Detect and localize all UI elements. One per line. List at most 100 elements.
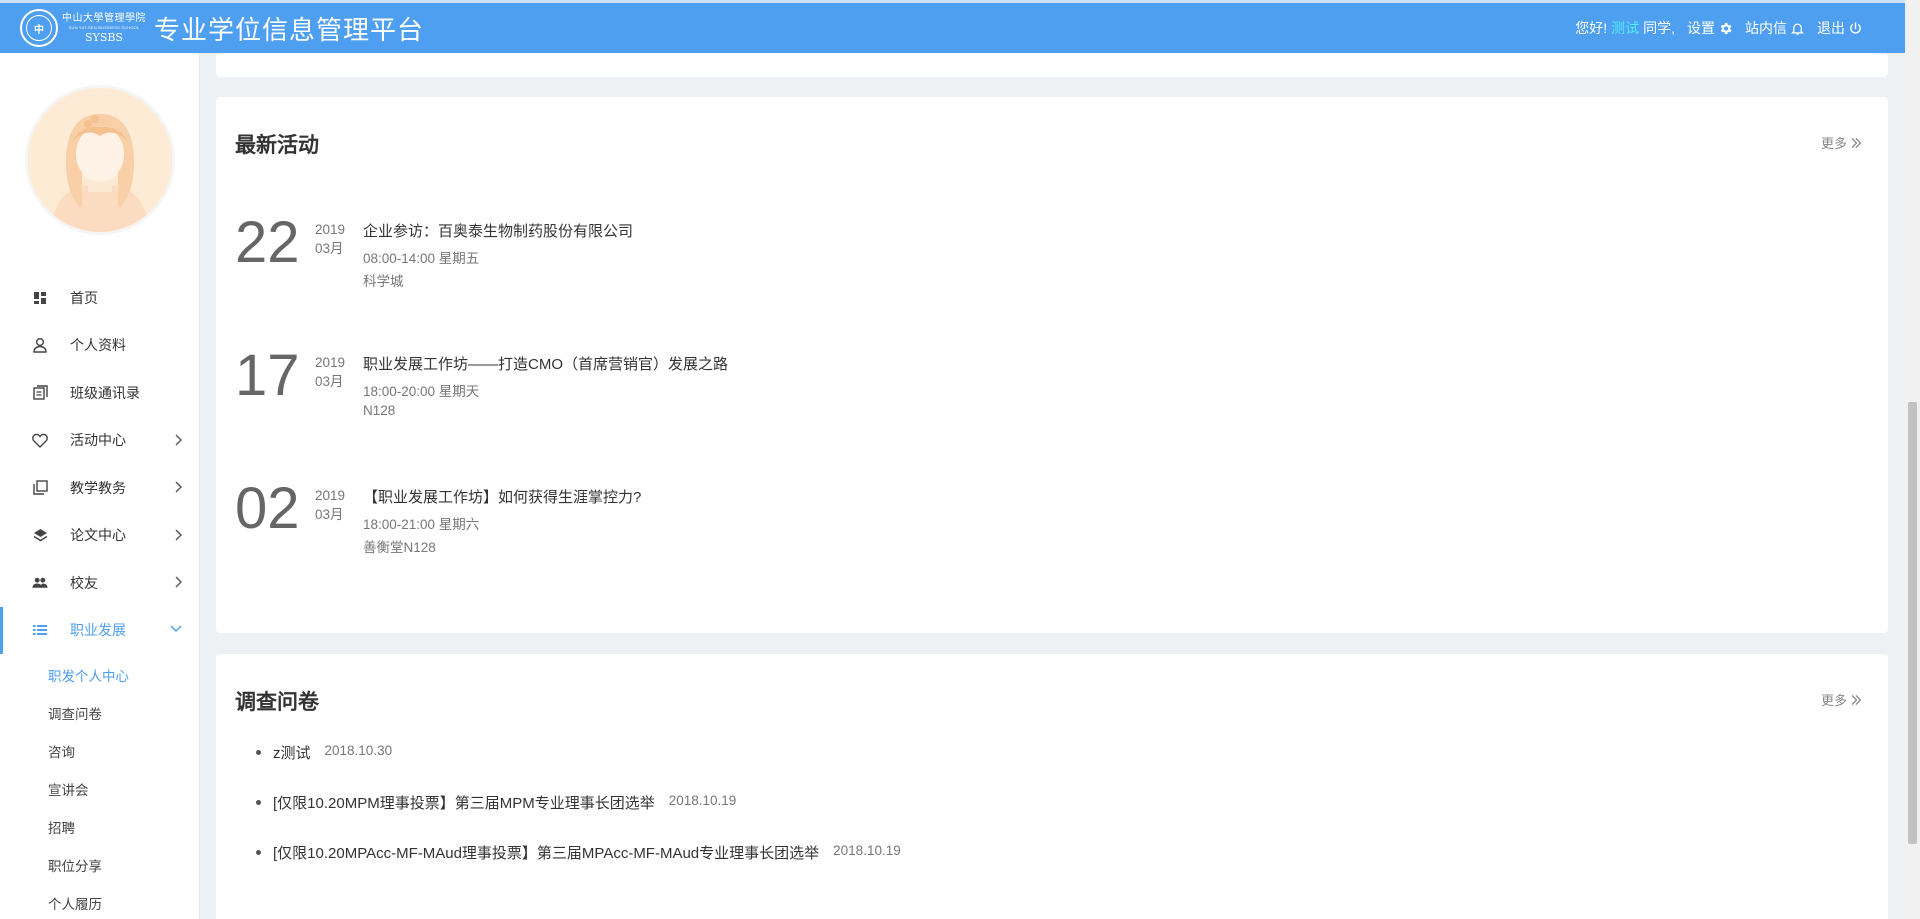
logo-en-small: SUN YAT-SEN BUSINESS SCHOOL	[68, 24, 140, 30]
heart-icon	[32, 432, 48, 448]
activity-day: 22	[235, 210, 300, 275]
top-header: 中 中山大學管理學院 SUN YAT-SEN BUSINESS SCHOOL S…	[0, 0, 1905, 53]
messages-label: 站内信	[1745, 20, 1787, 36]
activity-item[interactable]: 22 2019 03月 企业参访：百奥泰生物制药股份有限公司 08:00-14:…	[235, 210, 1235, 310]
logo-text: 中山大學管理學院 SUN YAT-SEN BUSINESS SCHOOL SYS…	[62, 12, 146, 44]
chevron-down-icon	[170, 625, 182, 632]
header-user-bar: 您好! 测试 同学, 设置 站内信 退出	[1575, 3, 1863, 53]
activities-more-link[interactable]: 更多	[1821, 133, 1862, 152]
logout-link[interactable]: 退出	[1817, 18, 1863, 38]
power-icon	[1850, 21, 1861, 34]
activities-card: 最新活动 更多 22 2019 03月 企业参访：百奥泰生物制药股份有限公司 0…	[216, 97, 1888, 633]
sidebar-item-home[interactable]: 首页	[0, 274, 199, 322]
sidebar-item-teaching[interactable]: 教学教务	[0, 464, 199, 512]
sidebar-item-career[interactable]: 职业发展	[0, 606, 199, 654]
dashboard-icon	[32, 290, 48, 306]
sidebar-item-activities[interactable]: 活动中心	[0, 417, 199, 465]
sidebar-item-profile[interactable]: 个人资料	[0, 322, 199, 370]
avatar-girl-icon	[28, 88, 172, 232]
school-seal-icon: 中	[20, 9, 58, 47]
user-icon	[32, 337, 48, 353]
survey-item-title[interactable]: z测试	[273, 742, 311, 763]
activity-item[interactable]: 02 2019 03月 【职业发展工作坊】如何获得生涯掌控力? 18:00-21…	[235, 476, 1235, 576]
double-chevron-right-icon	[1851, 137, 1862, 148]
chevron-right-icon	[175, 481, 182, 493]
sidebar-item-alumni[interactable]: 校友	[0, 559, 199, 607]
activity-time: 08:00-14:00 星期五	[363, 251, 480, 266]
list-item[interactable]: [仅限10.20MPAcc-MF-MAud理事投票】第三届MPAcc-MF-MA…	[256, 842, 901, 892]
more-label: 更多	[1820, 693, 1847, 708]
sidebar-item-label: 校友	[70, 574, 98, 591]
activity-place: N128	[363, 403, 396, 418]
sidebar-item-label: 个人资料	[70, 337, 126, 354]
sidebar-item-label: 活动中心	[70, 432, 126, 449]
sidebar-menu: 首页 个人资料 班级通讯录 活动中心 教学教务 论文中心 校友 职业发展 职发个…	[0, 274, 199, 919]
sidebar-item-thesis[interactable]: 论文中心	[0, 512, 199, 560]
logo-cn: 中山大學管理學院	[62, 12, 146, 24]
logout-label: 退出	[1817, 20, 1845, 36]
page-scrollbar[interactable]	[1905, 0, 1920, 919]
submenu-survey[interactable]: 调查问卷	[0, 694, 199, 732]
sidebar-item-label: 论文中心	[70, 527, 126, 544]
bullet-icon	[256, 850, 261, 855]
submenu-recruit[interactable]: 招聘	[0, 808, 199, 846]
activity-month: 03月	[315, 241, 344, 256]
activity-title[interactable]: 职业发展工作坊——打造CMO（首席营销官）发展之路	[363, 353, 728, 374]
sidebar-item-label: 首页	[70, 289, 98, 306]
bell-icon	[1790, 23, 1805, 35]
activity-title[interactable]: 企业参访：百奥泰生物制药股份有限公司	[363, 220, 633, 241]
activity-month: 03月	[315, 507, 344, 522]
users-icon	[32, 575, 48, 591]
logo-en: SYSBS	[85, 30, 123, 44]
bullet-icon	[256, 750, 261, 755]
school-logo[interactable]: 中 中山大學管理學院 SUN YAT-SEN BUSINESS SCHOOL S…	[20, 9, 146, 47]
activity-year: 2019	[315, 488, 346, 503]
submenu-resume[interactable]: 个人履历	[0, 884, 199, 919]
submenu-seminar[interactable]: 宣讲会	[0, 770, 199, 808]
activity-place: 科学城	[363, 274, 404, 289]
survey-item-date: 2018.10.19	[833, 843, 901, 858]
activity-year-month: 2019 03月	[315, 353, 345, 391]
chevron-right-icon	[175, 434, 182, 445]
scrollbar-thumb[interactable]	[1908, 402, 1917, 844]
survey-item-title[interactable]: [仅限10.20MPM理事投票】第三届MPM专业理事长团选举	[273, 792, 655, 813]
submenu-career-center[interactable]: 职发个人中心	[0, 656, 199, 694]
list-icon	[32, 622, 48, 638]
sidebar-item-contacts[interactable]: 班级通讯录	[0, 369, 199, 417]
submenu-job-share[interactable]: 职位分享	[0, 846, 199, 884]
username[interactable]: 测试	[1611, 18, 1639, 38]
survey-item-date: 2018.10.19	[668, 793, 737, 808]
book-icon	[32, 385, 48, 401]
activity-year: 2019	[315, 355, 346, 370]
sidebar: 首页 个人资料 班级通讯录 活动中心 教学教务 论文中心 校友 职业发展 职发个…	[0, 53, 200, 919]
activity-place: 善衡堂N128	[363, 540, 436, 555]
avatar[interactable]	[25, 85, 175, 235]
activity-month: 03月	[315, 374, 344, 389]
sidebar-item-label: 班级通讯录	[70, 384, 140, 401]
submenu-consult[interactable]: 咨询	[0, 732, 199, 770]
messages-link[interactable]: 站内信	[1745, 18, 1805, 38]
survey-item-title[interactable]: [仅限10.20MPAcc-MF-MAud理事投票】第三届MPAcc-MF-MA…	[273, 842, 819, 863]
activity-title[interactable]: 【职业发展工作坊】如何获得生涯掌控力?	[363, 486, 641, 507]
activity-year-month: 2019 03月	[315, 486, 345, 524]
list-item[interactable]: z测试 2018.10.30	[256, 742, 901, 792]
greeting-suffix: 同学,	[1643, 20, 1675, 36]
survey-card: 调查问卷 更多 z测试 2018.10.30 [仅限10.20MPM理事投票】第…	[216, 654, 1888, 919]
app-title: 专业学位信息管理平台	[154, 14, 425, 45]
layers-icon	[32, 527, 48, 543]
chevron-right-icon	[175, 529, 182, 540]
activity-item[interactable]: 17 2019 03月 职业发展工作坊——打造CMO（首席营销官）发展之路 18…	[235, 343, 1235, 443]
survey-more-link[interactable]: 更多	[1821, 690, 1862, 709]
sidebar-item-label: 职业发展	[70, 622, 126, 639]
activity-day: 17	[235, 343, 300, 408]
more-label: 更多	[1820, 136, 1847, 151]
survey-title: 调查问卷	[235, 691, 319, 714]
sidebar-item-label: 教学教务	[70, 479, 126, 496]
list-item[interactable]: [仅限10.20MPM理事投票】第三届MPM专业理事长团选举 2018.10.1…	[256, 792, 901, 842]
settings-link[interactable]: 设置	[1687, 18, 1733, 38]
activities-title: 最新活动	[235, 134, 319, 157]
survey-list: z测试 2018.10.30 [仅限10.20MPM理事投票】第三届MPM专业理…	[256, 742, 901, 892]
career-submenu: 职发个人中心 调查问卷 咨询 宣讲会 招聘 职位分享 个人履历	[0, 654, 199, 919]
previous-card	[216, 53, 1888, 77]
activity-day: 02	[235, 476, 300, 541]
